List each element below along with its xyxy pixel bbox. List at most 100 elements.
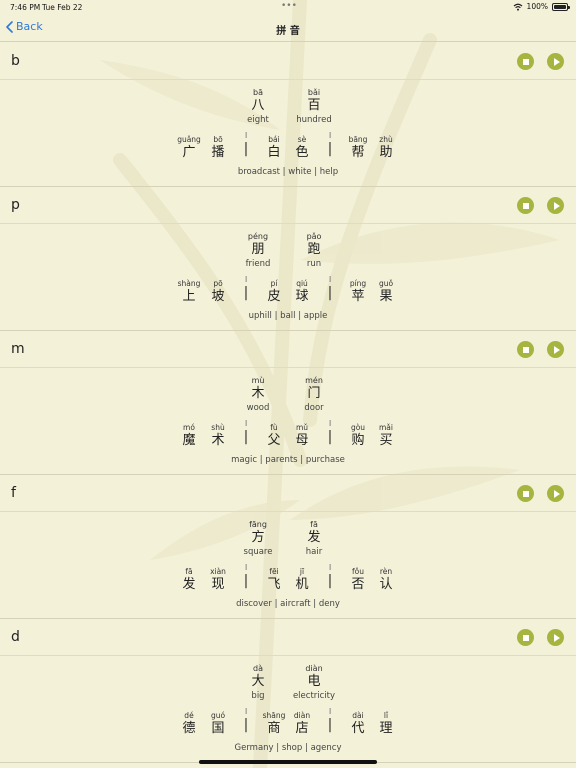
compound-character[interactable]: zhù 助 — [379, 135, 392, 161]
compound-character[interactable]: jī 机 — [295, 567, 308, 593]
compound-character[interactable]: guó 国 — [211, 711, 225, 737]
example-word[interactable]: pǎo 跑 run — [307, 232, 322, 270]
compound-character[interactable]: shàng 上 — [178, 279, 201, 305]
compound-character[interactable]: shāng 商 — [263, 711, 286, 737]
word-character: 门 — [307, 386, 321, 401]
example-word[interactable]: dà 大 big — [251, 664, 264, 702]
compound-character[interactable]: shù 术 — [211, 423, 224, 449]
play-icon — [553, 345, 560, 354]
character-pinyin: lǐ — [383, 711, 389, 720]
section-letter: f — [11, 485, 16, 501]
section-letter: d — [11, 629, 20, 645]
word-character: 电 — [307, 674, 321, 689]
compound-character[interactable]: mǎi 买 — [379, 423, 393, 449]
example-word[interactable]: bā 八 eight — [247, 88, 269, 126]
character-hanzi: 坡 — [211, 289, 225, 304]
character-pinyin: jī — [299, 567, 305, 576]
play-button[interactable] — [547, 629, 564, 646]
word-separator: | — [328, 276, 332, 304]
character-hanzi: 否 — [351, 577, 365, 592]
example-word[interactable]: diàn 电 electricity — [293, 664, 335, 702]
word-gloss: square — [243, 547, 273, 557]
compound-gloss-line: magic | parents | purchase — [0, 455, 576, 465]
compound-character[interactable]: dé 德 — [182, 711, 195, 737]
character-pinyin: gòu — [350, 423, 366, 432]
example-word[interactable]: mù 木 wood — [247, 376, 270, 414]
stop-button[interactable] — [517, 53, 534, 70]
character-hanzi: 广 — [182, 145, 196, 160]
stop-button[interactable] — [517, 341, 534, 358]
compound-character[interactable]: qiú 球 — [295, 279, 308, 305]
compound-character[interactable]: pí 皮 — [267, 279, 280, 305]
compound-character[interactable]: fā 发 — [182, 567, 195, 593]
character-hanzi: 父 — [267, 433, 281, 448]
compound-gloss: help — [319, 167, 339, 177]
character-hanzi: 购 — [351, 433, 365, 448]
compound-word-row: dé 德 guó 国 shāng 商 diàn 店 dài 代 lǐ 理 | | — [0, 708, 576, 739]
compound-character[interactable]: bō 播 — [211, 135, 224, 161]
example-word[interactable]: fā 发 hair — [306, 520, 322, 558]
compound-character[interactable]: bái 白 — [267, 135, 280, 161]
example-word[interactable]: fāng 方 square — [244, 520, 273, 558]
stop-icon — [522, 634, 529, 641]
word-pinyin: diàn — [305, 664, 323, 673]
play-button[interactable] — [547, 485, 564, 502]
compound-character[interactable]: bāng 帮 — [349, 135, 368, 161]
stop-button[interactable] — [517, 629, 534, 646]
compound-character[interactable]: fēi 飞 — [267, 567, 280, 593]
status-bar: 7:46 PM Tue Feb 22 ••• 100% — [0, 0, 576, 14]
letter-section: m mù 木 wood mén 门 door mó 魔 shù 术 fù 父 mǔ 母 gòu 购 mǎi 买 | | m… — [0, 331, 576, 475]
example-word[interactable]: mén 门 door — [304, 376, 323, 414]
character-pinyin: pō — [213, 279, 223, 288]
play-button[interactable] — [547, 341, 564, 358]
home-indicator[interactable] — [199, 760, 377, 764]
character-hanzi: 机 — [295, 577, 309, 592]
play-button[interactable] — [547, 197, 564, 214]
compound-gloss-line: uphill | ball | apple — [0, 311, 576, 321]
multitasking-dots[interactable]: ••• — [281, 1, 297, 11]
word-character: 八 — [251, 98, 265, 113]
character-hanzi: 国 — [211, 721, 225, 736]
compound-gloss: shop — [281, 743, 303, 753]
stop-button[interactable] — [517, 197, 534, 214]
word-character: 方 — [251, 530, 265, 545]
compound-character[interactable]: dài 代 — [351, 711, 364, 737]
compound-character[interactable]: fù 父 — [267, 423, 280, 449]
status-right: 100% — [513, 2, 570, 11]
compound-character[interactable]: xiàn 现 — [210, 567, 226, 593]
play-button[interactable] — [547, 53, 564, 70]
compound-character[interactable]: diàn 店 — [294, 711, 310, 737]
compound-character[interactable]: píng 苹 — [350, 279, 366, 305]
word-gloss: hair — [305, 547, 323, 557]
compound-character[interactable]: gòu 购 — [351, 423, 365, 449]
compound-character[interactable]: guǎng 广 — [177, 135, 201, 161]
word-character: 发 — [307, 530, 321, 545]
character-pinyin: fǒu — [352, 567, 364, 576]
compound-gloss-line: broadcast | white | help — [0, 167, 576, 177]
compound-character[interactable]: fǒu 否 — [351, 567, 364, 593]
compound-character[interactable]: mǔ 母 — [295, 423, 308, 449]
status-date: Tue Feb 22 — [42, 3, 83, 12]
compound-character[interactable]: mó 魔 — [182, 423, 195, 449]
section-letter: m — [11, 341, 25, 357]
compound-gloss: deny — [318, 599, 340, 609]
section-header: f — [0, 475, 576, 512]
compound-character[interactable]: pō 坡 — [211, 279, 224, 305]
compound-character[interactable]: lǐ 理 — [379, 711, 392, 737]
compound-character[interactable]: sè 色 — [295, 135, 308, 161]
character-pinyin: bō — [213, 135, 223, 144]
word-pinyin: bā — [253, 88, 263, 97]
character-hanzi: 色 — [295, 145, 309, 160]
character-hanzi: 助 — [379, 145, 393, 160]
compound-gloss: agency — [310, 743, 342, 753]
example-word[interactable]: péng 朋 friend — [246, 232, 271, 270]
compound-character[interactable]: rèn 认 — [379, 567, 392, 593]
character-hanzi: 苹 — [351, 289, 365, 304]
example-word[interactable]: bǎi 百 hundred — [296, 88, 332, 126]
stop-button[interactable] — [517, 485, 534, 502]
word-character: 木 — [251, 386, 265, 401]
word-separator: | — [244, 132, 248, 160]
character-hanzi: 德 — [182, 721, 196, 736]
stop-icon — [522, 202, 529, 209]
compound-character[interactable]: guǒ 果 — [379, 279, 393, 305]
